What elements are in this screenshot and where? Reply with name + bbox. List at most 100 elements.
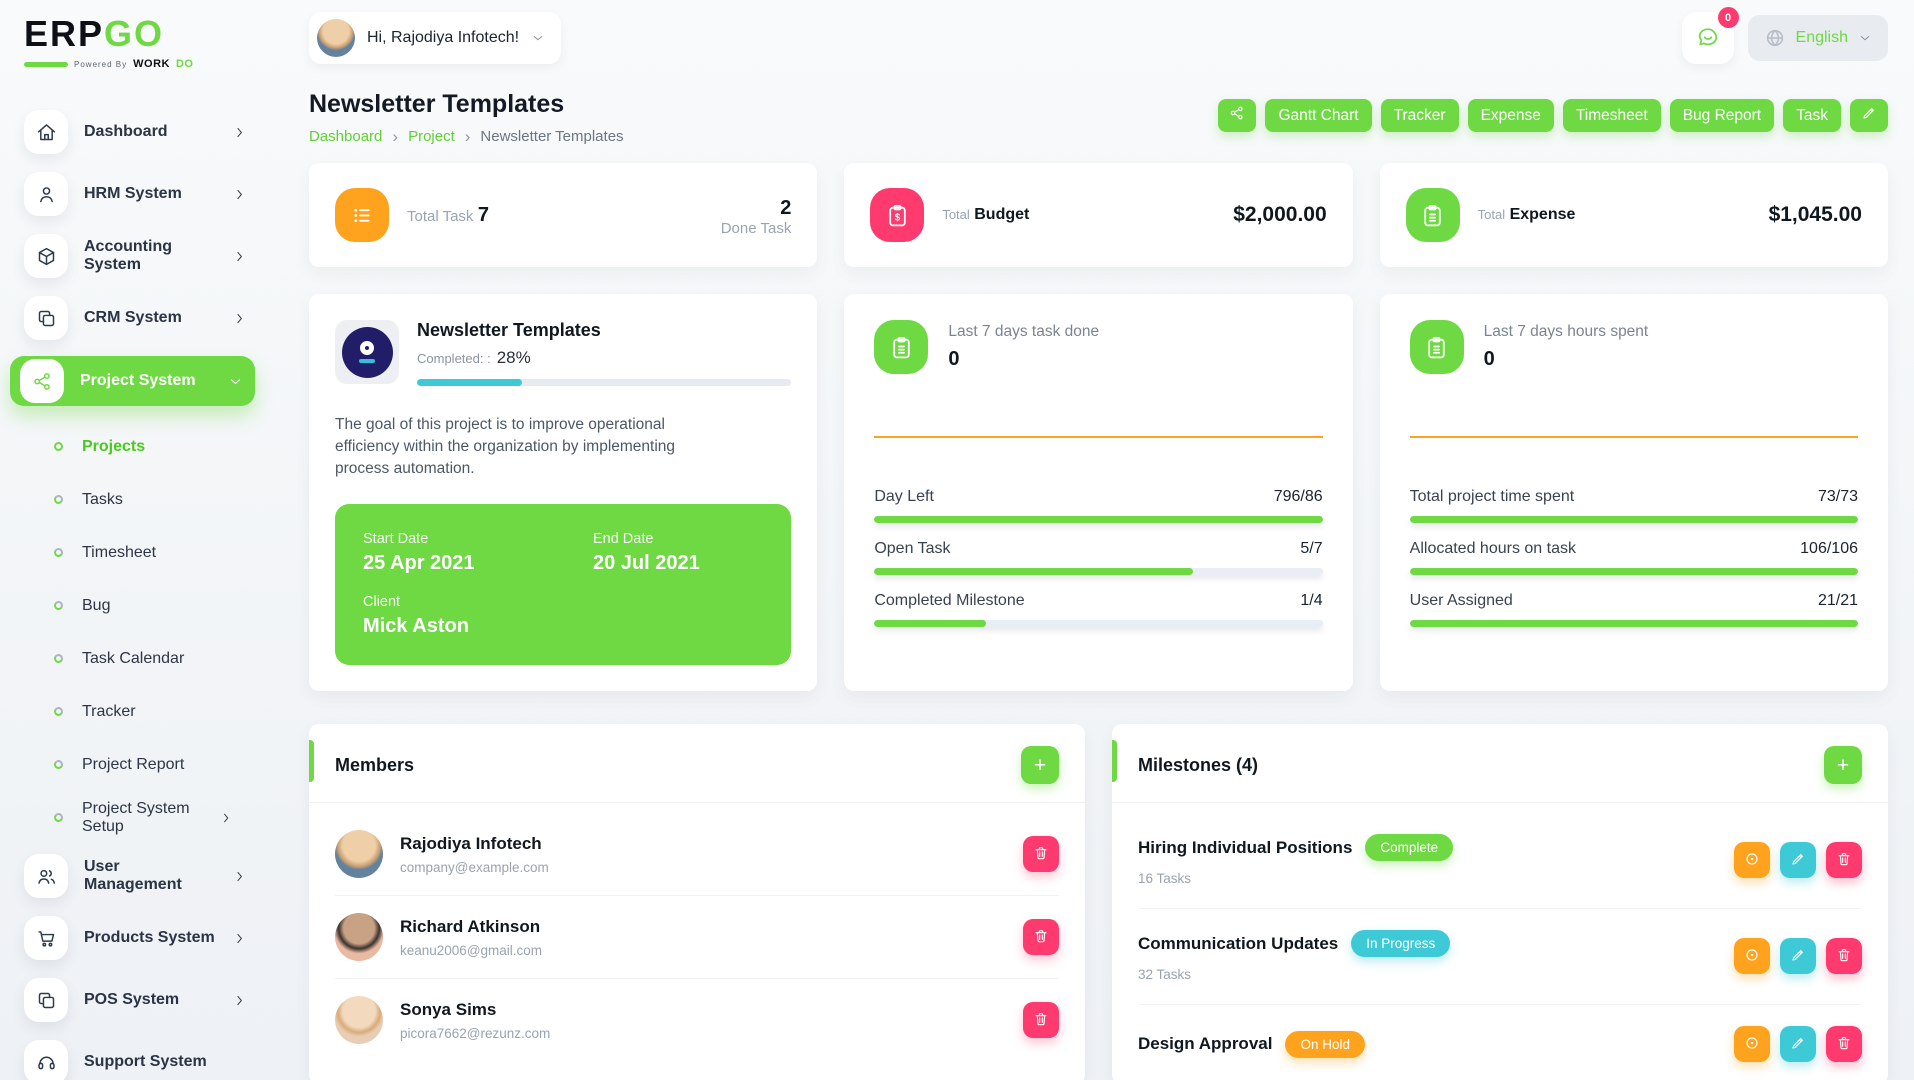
status-badge: In Progress — [1351, 930, 1450, 957]
bullet-icon — [53, 653, 64, 664]
sidebar-item-user-management[interactable]: User Management — [24, 852, 247, 900]
milestone-actions — [1734, 1026, 1862, 1062]
page-title: Newsletter Templates — [309, 90, 624, 119]
breadcrumb-current: Newsletter Templates — [480, 128, 623, 145]
sidebar-subitem-projects[interactable]: Projects — [24, 420, 247, 473]
milestone-actions — [1734, 842, 1862, 878]
edit-milestone-button[interactable] — [1780, 1026, 1816, 1062]
total-task-block: Total Task 7 — [407, 204, 489, 227]
share-button[interactable] — [1218, 99, 1256, 132]
view-milestone-button[interactable] — [1734, 842, 1770, 878]
svg-text:$: $ — [895, 212, 901, 223]
breadcrumb-link-dashboard[interactable]: Dashboard — [309, 128, 382, 145]
users-icon — [24, 854, 68, 898]
brand-name: ERPGO — [24, 16, 247, 52]
eye-icon — [1744, 851, 1760, 870]
chevron-right-icon: › — [392, 128, 398, 145]
expense-amount-block: $1,045.00 — [1769, 203, 1862, 227]
total-task-label: Total Task — [407, 208, 473, 225]
delete-member-button[interactable] — [1023, 836, 1059, 872]
sidebar-subitem-project-report[interactable]: Project Report — [24, 738, 247, 791]
logo-dash-icon — [359, 359, 375, 363]
delete-member-button[interactable] — [1023, 1002, 1059, 1038]
gantt-chart-button[interactable]: Gantt Chart — [1265, 99, 1371, 132]
user-greeting: Hi, Rajodiya Infotech! — [367, 29, 519, 47]
list-icon — [335, 188, 389, 242]
expense-block: Total Expense — [1478, 206, 1576, 224]
sidebar-item-pos-system[interactable]: POS System — [24, 976, 247, 1024]
sidebar-item-label: POS System — [84, 991, 179, 1009]
user-icon — [24, 172, 68, 216]
chevron-right-icon — [232, 187, 247, 202]
powered-by-text: Powered By — [74, 60, 127, 69]
task-button[interactable]: Task — [1783, 99, 1841, 132]
milestone-actions — [1734, 938, 1862, 974]
milestone-row: Communication UpdatesIn Progress32 Tasks — [1138, 909, 1862, 1005]
sidebar-item-dashboard[interactable]: Dashboard — [24, 108, 247, 156]
total-expense-card: Total Expense $1,045.00 — [1380, 163, 1888, 267]
sidebar-item-crm-system[interactable]: CRM System — [24, 294, 247, 342]
milestones-list: Hiring Individual PositionsComplete16 Ta… — [1112, 803, 1888, 1080]
globe-icon — [1764, 27, 1786, 49]
tracker-button[interactable]: Tracker — [1381, 99, 1459, 132]
end-date-label: End Date — [593, 531, 763, 547]
delete-milestone-button[interactable] — [1826, 1026, 1862, 1062]
sidebar-item-accounting-system[interactable]: Accounting System — [24, 232, 247, 280]
task-summary-rows: Day Left796/86Open Task5/7Completed Mile… — [874, 488, 1322, 627]
add-milestone-button[interactable]: + — [1824, 746, 1862, 784]
sidebar-item-project-system[interactable]: Project System — [10, 356, 255, 406]
brand-logo[interactable]: ERPGO Powered By WORK DO — [24, 16, 247, 70]
edit-milestone-button[interactable] — [1780, 842, 1816, 878]
avatar — [335, 913, 383, 961]
view-milestone-button[interactable] — [1734, 938, 1770, 974]
sidebar-subitem-label: Project Report — [82, 756, 184, 774]
breadcrumb-link-project[interactable]: Project — [408, 128, 455, 145]
sidebar-subitem-timesheet[interactable]: Timesheet — [24, 526, 247, 579]
member-email: company@example.com — [400, 860, 549, 875]
share-icon — [20, 359, 64, 403]
add-member-button[interactable]: + — [1021, 746, 1059, 784]
user-menu-button[interactable]: Hi, Rajodiya Infotech! — [309, 12, 561, 64]
sidebar-subitem-tasks[interactable]: Tasks — [24, 473, 247, 526]
sidebar-item-support-system[interactable]: Support System — [24, 1038, 247, 1080]
progress-bar — [1410, 516, 1858, 523]
sidebar-subitem-bug[interactable]: Bug — [24, 579, 247, 632]
expense-button[interactable]: Expense — [1468, 99, 1554, 132]
summary-row: Completed Milestone1/4 — [874, 592, 1322, 627]
total-task-value: 7 — [478, 204, 489, 226]
budget-amount-block: $2,000.00 — [1233, 203, 1326, 227]
delete-milestone-button[interactable] — [1826, 842, 1862, 878]
status-badge: Complete — [1365, 834, 1453, 861]
sidebar-subitem-project-system-setup[interactable]: Project System Setup — [24, 791, 247, 844]
home-icon — [24, 110, 68, 154]
delete-milestone-button[interactable] — [1826, 938, 1862, 974]
summary-row: Day Left796/86 — [874, 488, 1322, 523]
page-actions: Gantt Chart Tracker Expense Timesheet Bug Re… — [1218, 99, 1888, 132]
sidebar-item-hrm-system[interactable]: HRM System — [24, 170, 247, 218]
milestone-name: Communication Updates — [1138, 934, 1338, 954]
done-task-value: 2 — [721, 197, 792, 220]
milestones-title: Milestones (4) — [1138, 755, 1258, 776]
summary-row-value: 106/106 — [1800, 540, 1858, 558]
chevron-right-icon — [232, 993, 247, 1008]
breadcrumb: Dashboard›Project›Newsletter Templates — [309, 128, 624, 145]
edit-milestone-button[interactable] — [1780, 938, 1816, 974]
bug-report-button[interactable]: Bug Report — [1670, 99, 1774, 132]
start-date-value: 25 Apr 2021 — [363, 552, 593, 575]
edit-button[interactable] — [1850, 99, 1888, 132]
view-milestone-button[interactable] — [1734, 1026, 1770, 1062]
language-selector[interactable]: English — [1748, 15, 1888, 61]
sidebar-subitem-task-calendar[interactable]: Task Calendar — [24, 632, 247, 685]
sidebar-item-products-system[interactable]: Products System — [24, 914, 247, 962]
sidebar-subitem-tracker[interactable]: Tracker — [24, 685, 247, 738]
brand-name-go: GO — [104, 13, 164, 54]
summary-row-label: Completed Milestone — [874, 592, 1024, 610]
delete-member-button[interactable] — [1023, 919, 1059, 955]
expense-amount: $1,045.00 — [1769, 203, 1862, 227]
workdo-work-text: WORK — [133, 58, 170, 70]
chevron-right-icon — [232, 125, 247, 140]
timesheet-button[interactable]: Timesheet — [1563, 99, 1661, 132]
messages-button[interactable]: 0 — [1682, 12, 1734, 64]
milestone-info: Communication UpdatesIn Progress32 Tasks — [1138, 930, 1450, 982]
task-summary-value: 0 — [948, 348, 1099, 371]
